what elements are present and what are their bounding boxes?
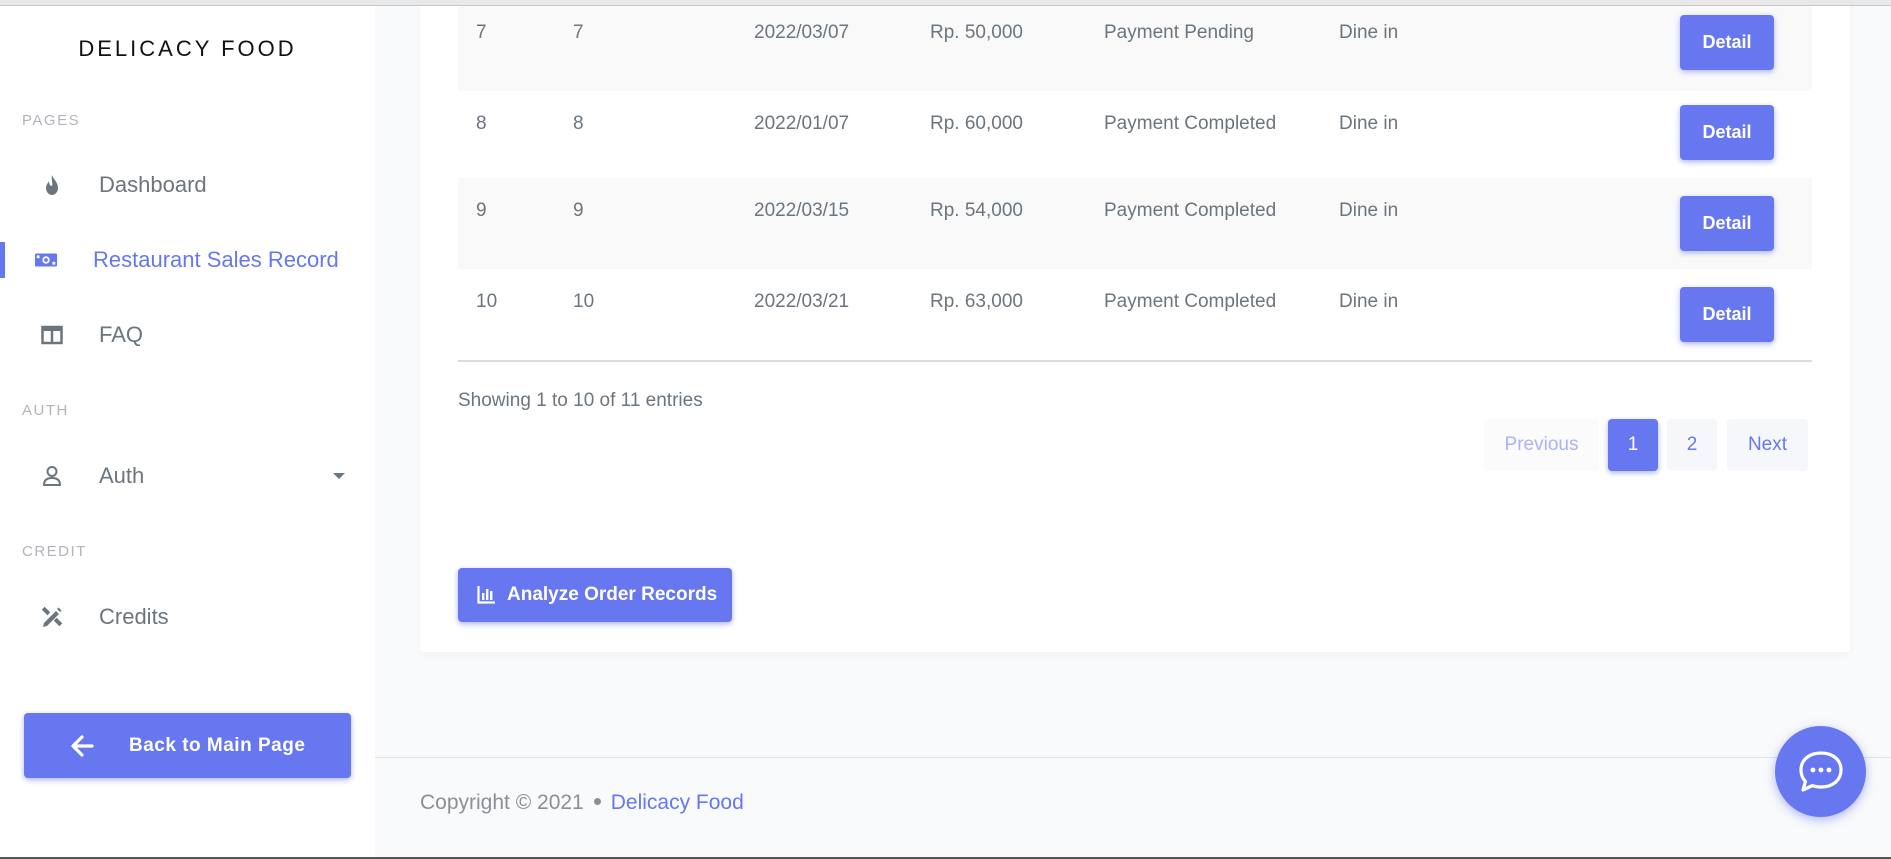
sidebar-item-label: Auth bbox=[99, 463, 145, 488]
sidebar-item-label: Restaurant Sales Record bbox=[93, 247, 339, 272]
sidebar-item-label: FAQ bbox=[99, 322, 144, 347]
footer: Copyright © 2021 Delicacy Food bbox=[420, 791, 744, 815]
cell-date: 2022/03/21 bbox=[754, 291, 850, 312]
sidebar: DELICACY FOOD PAGES Dashboard Restaurant… bbox=[0, 0, 375, 859]
table-bottom-divider bbox=[458, 360, 1812, 362]
pagination-previous[interactable]: Previous bbox=[1484, 419, 1599, 471]
cell-status: Payment Completed bbox=[1104, 291, 1277, 312]
columns-icon bbox=[40, 323, 64, 347]
cell-no: 9 bbox=[476, 200, 487, 221]
cell-date: 2022/01/07 bbox=[754, 113, 850, 134]
cell-total: Rp. 54,000 bbox=[930, 200, 1023, 221]
footer-copyright: Copyright © 2021 bbox=[420, 791, 584, 814]
sidebar-item-label: Dashboard bbox=[99, 172, 207, 197]
cell-no: 8 bbox=[476, 113, 487, 134]
cell-status: Payment Pending bbox=[1104, 22, 1254, 43]
table-row: 9 9 2022/03/15 Rp. 54,000 Payment Comple… bbox=[458, 178, 1812, 269]
cell-id: 7 bbox=[573, 22, 584, 43]
sidebar-item-faq[interactable]: FAQ bbox=[0, 310, 375, 360]
chat-bubble-icon bbox=[1798, 750, 1843, 792]
cell-type: Dine in bbox=[1339, 291, 1399, 312]
pagination-page-2[interactable]: 2 bbox=[1667, 419, 1717, 471]
active-indicator bbox=[0, 242, 5, 278]
footer-divider bbox=[375, 757, 1891, 758]
pencil-ruler-icon bbox=[40, 605, 64, 629]
table-row: 7 7 2022/03/07 Rp. 50,000 Payment Pendin… bbox=[458, 0, 1812, 91]
detail-button[interactable]: Detail bbox=[1680, 196, 1774, 251]
footer-link[interactable]: Delicacy Food bbox=[611, 791, 744, 814]
cell-date: 2022/03/07 bbox=[754, 22, 850, 43]
section-label-credit: CREDIT bbox=[22, 543, 87, 560]
arrow-left-icon bbox=[71, 735, 94, 757]
analyze-order-records-button[interactable]: Analyze Order Records bbox=[458, 568, 732, 622]
cell-status: Payment Completed bbox=[1104, 113, 1277, 134]
analyze-button-label: Analyze Order Records bbox=[507, 584, 718, 605]
table-row: 8 8 2022/01/07 Rp. 60,000 Payment Comple… bbox=[458, 91, 1812, 182]
detail-button[interactable]: Detail bbox=[1680, 287, 1774, 342]
cell-total: Rp. 63,000 bbox=[930, 291, 1023, 312]
user-icon bbox=[40, 464, 64, 488]
back-button-label: Back to Main Page bbox=[129, 734, 306, 756]
cell-status: Payment Completed bbox=[1104, 200, 1277, 221]
table-info: Showing 1 to 10 of 11 entries bbox=[458, 390, 703, 411]
money-bill-icon bbox=[34, 248, 58, 272]
sidebar-item-restaurant-sales-record[interactable]: Restaurant Sales Record bbox=[0, 235, 375, 285]
window-top-edge bbox=[0, 0, 1891, 6]
cell-type: Dine in bbox=[1339, 200, 1399, 221]
chevron-down-icon[interactable] bbox=[333, 473, 345, 479]
detail-button[interactable]: Detail bbox=[1680, 105, 1774, 160]
footer-bullet bbox=[593, 797, 601, 805]
pagination-next[interactable]: Next bbox=[1727, 419, 1808, 471]
chat-button[interactable] bbox=[1775, 726, 1866, 817]
brand-title: DELICACY FOOD bbox=[78, 36, 297, 61]
cell-type: Dine in bbox=[1339, 22, 1399, 43]
sidebar-item-auth[interactable]: Auth bbox=[0, 451, 375, 501]
cell-no: 7 bbox=[476, 22, 487, 43]
detail-button[interactable]: Detail bbox=[1680, 15, 1774, 70]
cell-type: Dine in bbox=[1339, 113, 1399, 134]
cell-no: 10 bbox=[476, 291, 498, 312]
table-row: 10 10 2022/03/21 Rp. 63,000 Payment Comp… bbox=[458, 269, 1812, 360]
back-to-main-page-button[interactable]: Back to Main Page bbox=[24, 713, 351, 778]
section-label-auth: AUTH bbox=[22, 402, 69, 419]
sidebar-item-dashboard[interactable]: Dashboard bbox=[0, 160, 375, 210]
pagination-page-1[interactable]: 1 bbox=[1608, 419, 1658, 471]
cell-date: 2022/03/15 bbox=[754, 200, 850, 221]
fire-icon bbox=[40, 173, 64, 197]
cell-total: Rp. 50,000 bbox=[930, 22, 1023, 43]
section-label-pages: PAGES bbox=[22, 112, 81, 129]
cell-id: 9 bbox=[573, 200, 584, 221]
sidebar-item-credits[interactable]: Credits bbox=[0, 592, 375, 642]
cell-total: Rp. 60,000 bbox=[930, 113, 1023, 134]
chart-bar-icon bbox=[477, 586, 495, 604]
sidebar-item-label: Credits bbox=[99, 604, 169, 629]
cell-id: 8 bbox=[573, 113, 584, 134]
cell-id: 10 bbox=[573, 291, 595, 312]
